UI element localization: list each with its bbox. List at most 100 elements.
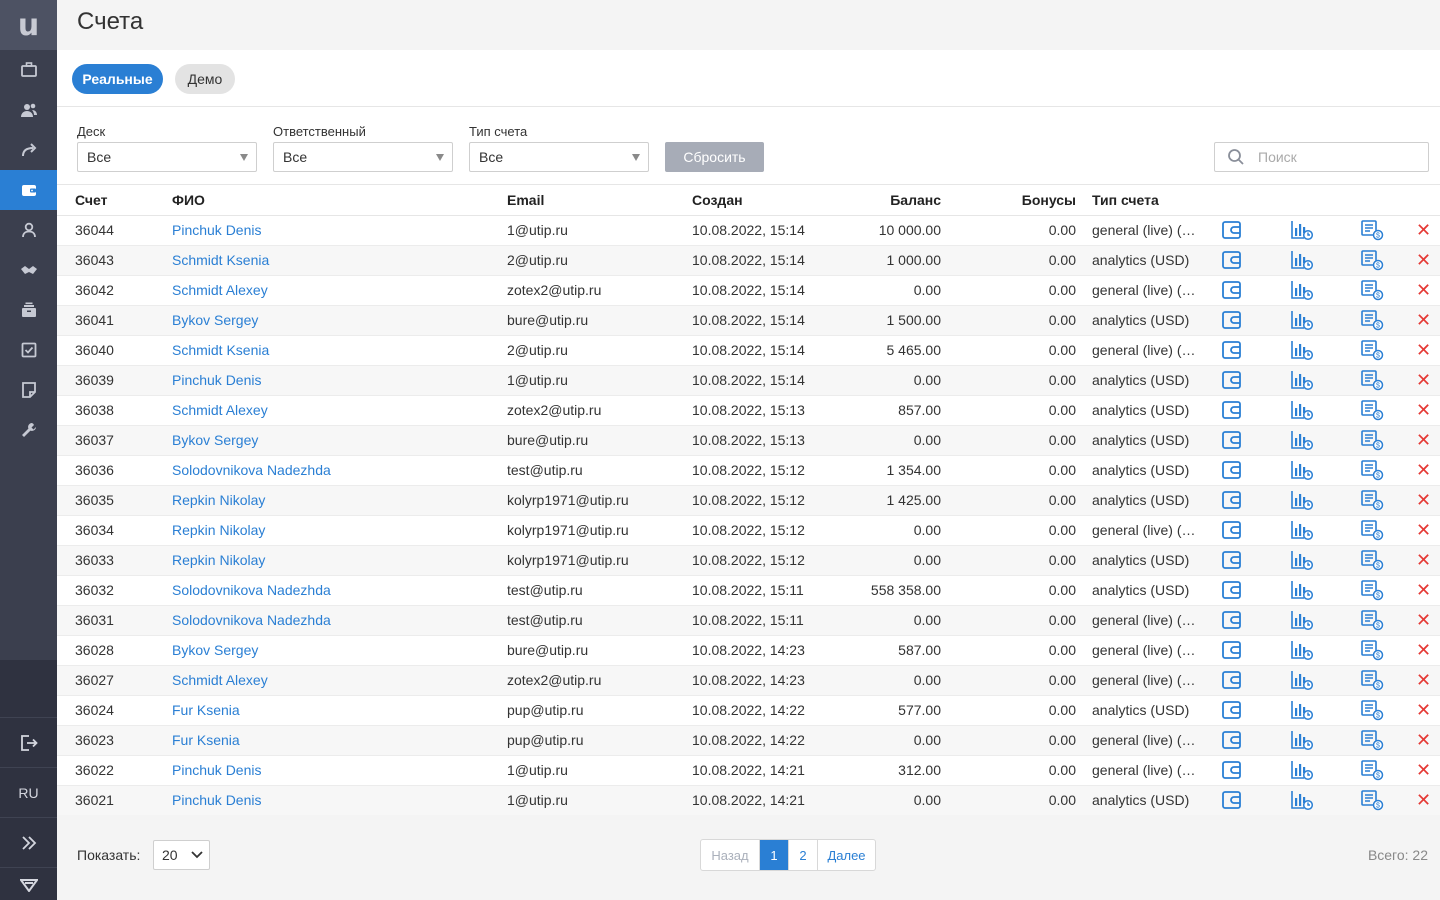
delete-button[interactable]: ✕: [1407, 695, 1440, 726]
transactions-button[interactable]: $: [1337, 425, 1407, 456]
column-header-type[interactable]: Тип счета: [1076, 185, 1197, 216]
trading-history-button[interactable]: [1267, 695, 1337, 726]
transactions-button[interactable]: $: [1337, 365, 1407, 396]
open-account-button[interactable]: [1197, 635, 1267, 666]
transactions-button[interactable]: $: [1337, 545, 1407, 576]
trading-history-button[interactable]: [1267, 785, 1337, 816]
search-input[interactable]: [1258, 149, 1408, 165]
transactions-button[interactable]: $: [1337, 785, 1407, 816]
trading-history-button[interactable]: [1267, 605, 1337, 636]
client-name-link[interactable]: Schmidt Alexey: [172, 402, 268, 418]
transactions-button[interactable]: $: [1337, 395, 1407, 426]
delete-button[interactable]: ✕: [1407, 755, 1440, 786]
transactions-button[interactable]: $: [1337, 335, 1407, 366]
transactions-button[interactable]: $: [1337, 245, 1407, 276]
open-account-button[interactable]: [1197, 425, 1267, 456]
client-name-link[interactable]: Solodovnikova Nadezhda: [172, 582, 331, 598]
column-header-account[interactable]: Счет: [57, 185, 172, 216]
delete-button[interactable]: ✕: [1407, 605, 1440, 636]
transactions-button[interactable]: $: [1337, 635, 1407, 666]
delete-button[interactable]: ✕: [1407, 425, 1440, 456]
client-name-link[interactable]: Pinchuk Denis: [172, 372, 262, 388]
delete-button[interactable]: ✕: [1407, 245, 1440, 276]
trading-history-button[interactable]: [1267, 455, 1337, 486]
trading-history-button[interactable]: [1267, 395, 1337, 426]
column-header-created[interactable]: Создан: [692, 185, 837, 216]
sidebar-item-briefcase[interactable]: [0, 50, 57, 90]
client-name-link[interactable]: Schmidt Alexey: [172, 282, 268, 298]
delete-button[interactable]: ✕: [1407, 545, 1440, 576]
reset-filters-button[interactable]: Сбросить: [665, 142, 764, 172]
sidebar-item-share[interactable]: [0, 130, 57, 170]
trading-history-button[interactable]: [1267, 515, 1337, 546]
client-name-link[interactable]: Repkin Nikolay: [172, 552, 265, 568]
open-account-button[interactable]: [1197, 335, 1267, 366]
client-name-link[interactable]: Schmidt Ksenia: [172, 252, 269, 268]
pagination-prev[interactable]: Назад: [701, 840, 759, 870]
trading-history-button[interactable]: [1267, 725, 1337, 756]
trading-history-button[interactable]: [1267, 215, 1337, 246]
app-logo[interactable]: u: [0, 0, 57, 50]
sidebar-item-partners[interactable]: [0, 250, 57, 290]
trading-history-button[interactable]: [1267, 275, 1337, 306]
trading-history-button[interactable]: [1267, 665, 1337, 696]
open-account-button[interactable]: [1197, 695, 1267, 726]
open-account-button[interactable]: [1197, 305, 1267, 336]
open-account-button[interactable]: [1197, 215, 1267, 246]
delete-button[interactable]: ✕: [1407, 395, 1440, 426]
transactions-button[interactable]: $: [1337, 275, 1407, 306]
delete-button[interactable]: ✕: [1407, 515, 1440, 546]
client-name-link[interactable]: Bykov Sergey: [172, 432, 258, 448]
delete-button[interactable]: ✕: [1407, 305, 1440, 336]
transactions-button[interactable]: $: [1337, 305, 1407, 336]
open-account-button[interactable]: [1197, 275, 1267, 306]
column-header-bonus[interactable]: Бонусы: [941, 185, 1076, 216]
delete-button[interactable]: ✕: [1407, 215, 1440, 246]
open-account-button[interactable]: [1197, 665, 1267, 696]
open-account-button[interactable]: [1197, 545, 1267, 576]
trading-history-button[interactable]: [1267, 425, 1337, 456]
open-account-button[interactable]: [1197, 365, 1267, 396]
column-header-email[interactable]: Email: [507, 185, 692, 216]
sidebar-item-users[interactable]: [0, 90, 57, 130]
client-name-link[interactable]: Pinchuk Denis: [172, 222, 262, 238]
trading-history-button[interactable]: [1267, 545, 1337, 576]
delete-button[interactable]: ✕: [1407, 485, 1440, 516]
client-name-link[interactable]: Pinchuk Denis: [172, 762, 262, 778]
trading-history-button[interactable]: [1267, 575, 1337, 606]
transactions-button[interactable]: $: [1337, 725, 1407, 756]
open-account-button[interactable]: [1197, 575, 1267, 606]
client-name-link[interactable]: Repkin Nikolay: [172, 492, 265, 508]
pagination-page-2[interactable]: 2: [788, 840, 817, 870]
sidebar-item-notes[interactable]: [0, 370, 57, 410]
delete-button[interactable]: ✕: [1407, 335, 1440, 366]
delete-button[interactable]: ✕: [1407, 365, 1440, 396]
client-name-link[interactable]: Fur Ksenia: [172, 732, 240, 748]
transactions-button[interactable]: $: [1337, 695, 1407, 726]
client-name-link[interactable]: Solodovnikova Nadezhda: [172, 612, 331, 628]
sidebar-item-accounts[interactable]: [0, 170, 57, 210]
client-name-link[interactable]: Schmidt Alexey: [172, 672, 268, 688]
trading-history-button[interactable]: [1267, 245, 1337, 276]
desk-select[interactable]: Все: [77, 142, 257, 172]
pagination-page-1[interactable]: 1: [759, 840, 788, 870]
transactions-button[interactable]: $: [1337, 755, 1407, 786]
sidebar-item-user[interactable]: [0, 210, 57, 250]
transactions-button[interactable]: $: [1337, 455, 1407, 486]
tab-real[interactable]: Реальные: [72, 64, 163, 94]
client-name-link[interactable]: Pinchuk Denis: [172, 792, 262, 808]
client-name-link[interactable]: Bykov Sergey: [172, 642, 258, 658]
delete-button[interactable]: ✕: [1407, 665, 1440, 696]
trading-history-button[interactable]: [1267, 335, 1337, 366]
client-name-link[interactable]: Solodovnikova Nadezhda: [172, 462, 331, 478]
open-account-button[interactable]: [1197, 755, 1267, 786]
sidebar-item-settings[interactable]: [0, 410, 57, 450]
open-account-button[interactable]: [1197, 785, 1267, 816]
delete-button[interactable]: ✕: [1407, 725, 1440, 756]
transactions-button[interactable]: $: [1337, 665, 1407, 696]
delete-button[interactable]: ✕: [1407, 785, 1440, 816]
account-type-select[interactable]: Все: [469, 142, 649, 172]
open-account-button[interactable]: [1197, 455, 1267, 486]
trading-history-button[interactable]: [1267, 365, 1337, 396]
trading-history-button[interactable]: [1267, 305, 1337, 336]
